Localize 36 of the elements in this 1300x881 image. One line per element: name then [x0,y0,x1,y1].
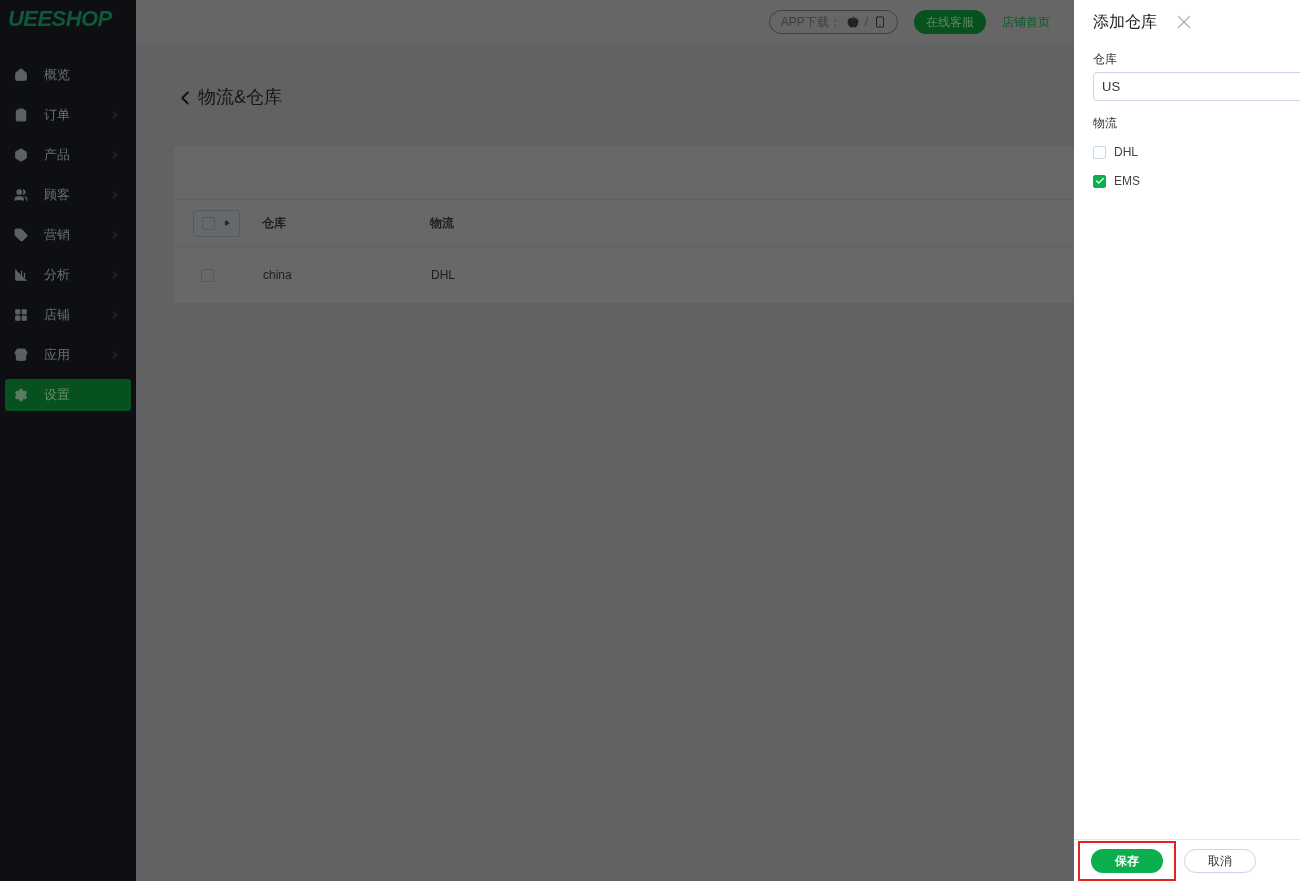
caret-icon [224,220,230,226]
tag-icon [14,228,28,242]
save-button[interactable]: 保存 [1091,848,1163,873]
field-label: 物流 [1093,115,1118,132]
warehouse-input[interactable]: US [1093,72,1300,101]
option-label: DHL [1114,144,1138,161]
sidebar-item[interactable]: 店铺 [5,299,131,331]
gear-icon [14,388,28,402]
field-label: 仓库 [1093,51,1118,68]
sidebar-item[interactable]: 产品 [5,139,131,171]
apple-icon[interactable] [846,16,859,28]
logo[interactable]: UEESHOP [8,1,112,35]
sidebar-item[interactable]: 设置 [5,379,131,411]
store-icon [14,348,28,362]
cancel-button[interactable]: 取消 [1184,848,1256,873]
bulk-select[interactable] [193,209,240,237]
sidebar-item[interactable]: 分析 [5,259,131,291]
cube-icon [14,148,28,162]
clipboard-icon [14,108,28,122]
drawer-title: 添加仓库 [1093,12,1157,32]
sidebar-item[interactable]: 应用 [5,339,131,371]
sidebar-item[interactable]: 营销 [5,219,131,251]
people-icon [14,188,28,202]
column-header: 物流 [430,215,454,232]
support-button[interactable]: 在线客服 [914,10,986,34]
table-cell-text: DHL [431,267,455,284]
option-label: EMS [1114,173,1140,190]
sidebar-item[interactable]: 概览 [5,59,131,91]
checkbox[interactable] [1093,174,1106,188]
home-icon [14,68,28,82]
table-cell-text: china [263,267,293,284]
page-title: 物流&仓库 [198,86,282,109]
grid-icon [14,308,28,322]
sidebar-item[interactable]: 订单 [5,99,131,131]
column-header: 仓库 [262,215,287,232]
sidebar-item[interactable]: 顾客 [5,179,131,211]
